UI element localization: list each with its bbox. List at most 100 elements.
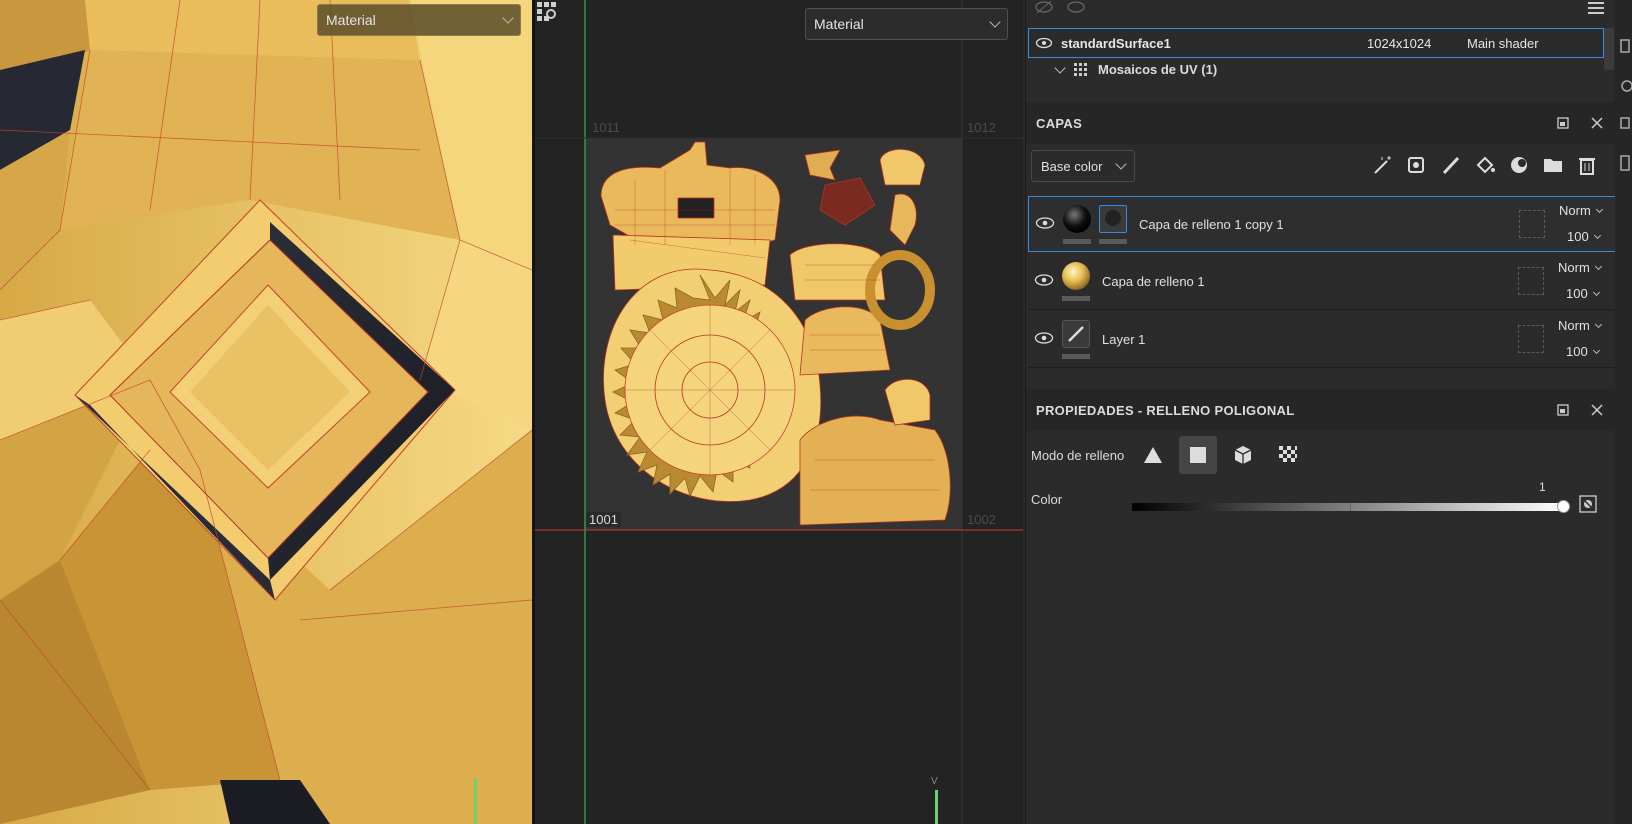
layer-toolbar xyxy=(1370,152,1599,178)
chevron-down-icon xyxy=(1115,158,1127,170)
blend-mode-select[interactable]: Norm xyxy=(1559,203,1603,218)
chevron-down-icon xyxy=(1594,262,1602,271)
mask-thumbnail-bar xyxy=(1099,239,1127,244)
uv-tile-label-1012: 1012 xyxy=(967,120,996,135)
blend-mode-select[interactable]: Norm xyxy=(1558,260,1602,275)
color-slider[interactable] xyxy=(1132,500,1570,513)
blend-mode-label: Norm xyxy=(1558,260,1590,275)
chevron-down-icon xyxy=(989,16,1001,28)
properties-panel-header: PROPIEDADES - RELLENO POLIGONAL xyxy=(1026,389,1616,431)
slider-handle[interactable] xyxy=(1557,500,1570,513)
texture-set-toolbar xyxy=(1026,0,1616,26)
layer-row[interactable]: Layer 1 Norm 100 xyxy=(1028,312,1616,368)
add-effect-icon[interactable] xyxy=(1370,152,1395,178)
close-icon[interactable] xyxy=(1588,114,1606,132)
layer-thumbnail[interactable] xyxy=(1062,320,1090,348)
material-dropdown-uv[interactable]: Material xyxy=(805,8,1008,40)
side-icons[interactable] xyxy=(1615,0,1632,200)
fill-layer-icon[interactable] xyxy=(1472,152,1497,178)
properties-panel-title: PROPIEDADES - RELLENO POLIGONAL xyxy=(1036,402,1295,418)
uv-tiles-grid-icon xyxy=(1074,62,1087,76)
opacity-value: 100 xyxy=(1566,344,1588,359)
layer-thumbnail-bar xyxy=(1062,296,1090,301)
eye-icon[interactable] xyxy=(1035,216,1055,230)
cube-icon xyxy=(1234,446,1252,464)
delete-icon[interactable] xyxy=(1574,152,1599,178)
scrollbar[interactable] xyxy=(1604,28,1614,70)
material-dropdown-3d-label: Material xyxy=(326,12,376,28)
material-dropdown-3d[interactable]: Material xyxy=(317,4,521,36)
chevron-down-icon xyxy=(502,12,514,24)
smart-material-icon[interactable] xyxy=(1404,152,1429,178)
chevron-down-icon xyxy=(1594,320,1602,329)
chevron-down-icon[interactable] xyxy=(1054,61,1066,74)
layer-row[interactable]: Capa de relleno 1 Norm 100 xyxy=(1028,254,1616,310)
paint-layer-icon[interactable] xyxy=(1438,152,1463,178)
opacity-field[interactable]: 100 xyxy=(1566,286,1600,301)
hide-icon[interactable] xyxy=(1034,0,1054,14)
app-root: Material Material 1011 1012 1001 1002 V … xyxy=(0,0,1632,824)
opacity-field[interactable]: 100 xyxy=(1566,344,1600,359)
layer-thumbnail[interactable] xyxy=(1062,262,1090,290)
uv-tile-label-1002: 1002 xyxy=(967,512,996,527)
triangle-icon xyxy=(1144,447,1162,463)
channel-select[interactable]: Base color xyxy=(1031,150,1135,182)
brush-icon xyxy=(1068,326,1084,342)
fill-mode-polygon[interactable] xyxy=(1179,436,1217,474)
close-icon[interactable] xyxy=(1588,401,1606,419)
show-icon[interactable] xyxy=(1066,0,1086,14)
fill-mode-group xyxy=(1134,436,1307,474)
undock-icon[interactable] xyxy=(1554,401,1572,419)
blend-mode-label: Norm xyxy=(1559,203,1591,218)
texture-set-shader[interactable]: Main shader xyxy=(1467,36,1539,51)
color-label: Color xyxy=(1031,492,1063,507)
slider-tick xyxy=(1350,503,1351,511)
color-value[interactable]: 1 xyxy=(1539,480,1546,494)
layer-name[interactable]: Capa de relleno 1 xyxy=(1102,274,1205,289)
uv-tile-label-1011: 1011 xyxy=(592,120,620,135)
fill-mode-triangle[interactable] xyxy=(1134,436,1172,474)
texture-set-resolution[interactable]: 1024x1024 xyxy=(1367,36,1467,51)
color-picker-icon[interactable] xyxy=(1579,495,1597,513)
folder-icon[interactable] xyxy=(1540,152,1565,178)
grid-settings-icon[interactable] xyxy=(535,0,557,22)
menu-icon[interactable] xyxy=(1586,0,1606,16)
eye-icon[interactable] xyxy=(1035,37,1053,49)
mask-thumbnail[interactable] xyxy=(1099,205,1127,233)
layer-thumbnail-bar xyxy=(1063,239,1091,244)
square-icon xyxy=(1190,447,1206,463)
fill-mode-mesh[interactable] xyxy=(1224,436,1262,474)
chevron-down-icon xyxy=(1593,231,1601,240)
checker-icon xyxy=(1279,446,1297,462)
opacity-value: 100 xyxy=(1566,286,1588,301)
undock-icon[interactable] xyxy=(1554,114,1572,132)
texture-set-row[interactable]: standardSurface1 1024x1024 Main shader xyxy=(1028,28,1604,58)
layer-name[interactable]: Capa de relleno 1 copy 1 xyxy=(1139,217,1284,232)
chevron-down-icon xyxy=(1592,288,1600,297)
right-toolbar-strip xyxy=(1615,0,1632,824)
texture-set-name: standardSurface1 xyxy=(1061,35,1171,51)
uv-tile-label-1001: 1001 xyxy=(586,512,621,527)
layers-panel-title: CAPAS xyxy=(1036,115,1083,131)
blend-mode-select[interactable]: Norm xyxy=(1558,318,1602,333)
fill-mode-label: Modo de relleno xyxy=(1031,448,1125,463)
viewport-uv[interactable]: Material 1011 1012 1001 1002 V xyxy=(535,0,1023,824)
layer-name[interactable]: Layer 1 xyxy=(1102,332,1145,347)
layer-thumbnail[interactable] xyxy=(1063,205,1091,233)
add-mask-icon[interactable] xyxy=(1506,152,1531,178)
chevron-down-icon xyxy=(1595,205,1603,214)
blend-thumbnail xyxy=(1518,325,1544,353)
blend-mode-label: Norm xyxy=(1558,318,1590,333)
model-render xyxy=(0,0,532,824)
layer-row[interactable]: Capa de relleno 1 copy 1 Norm 100 xyxy=(1028,196,1616,252)
channel-select-label: Base color xyxy=(1041,158,1103,174)
blend-thumbnail xyxy=(1518,267,1544,295)
eye-icon[interactable] xyxy=(1034,273,1054,287)
viewport-3d[interactable]: Material xyxy=(0,0,532,824)
uv-tiles-row[interactable]: Mosaicos de UV (1) xyxy=(1054,61,1217,77)
opacity-field[interactable]: 100 xyxy=(1567,229,1601,244)
eye-icon[interactable] xyxy=(1034,331,1054,345)
chevron-down-icon xyxy=(1592,346,1600,355)
fill-mode-uv-chunk[interactable] xyxy=(1269,436,1307,474)
right-panel: standardSurface1 1024x1024 Main shader M… xyxy=(1025,0,1632,824)
